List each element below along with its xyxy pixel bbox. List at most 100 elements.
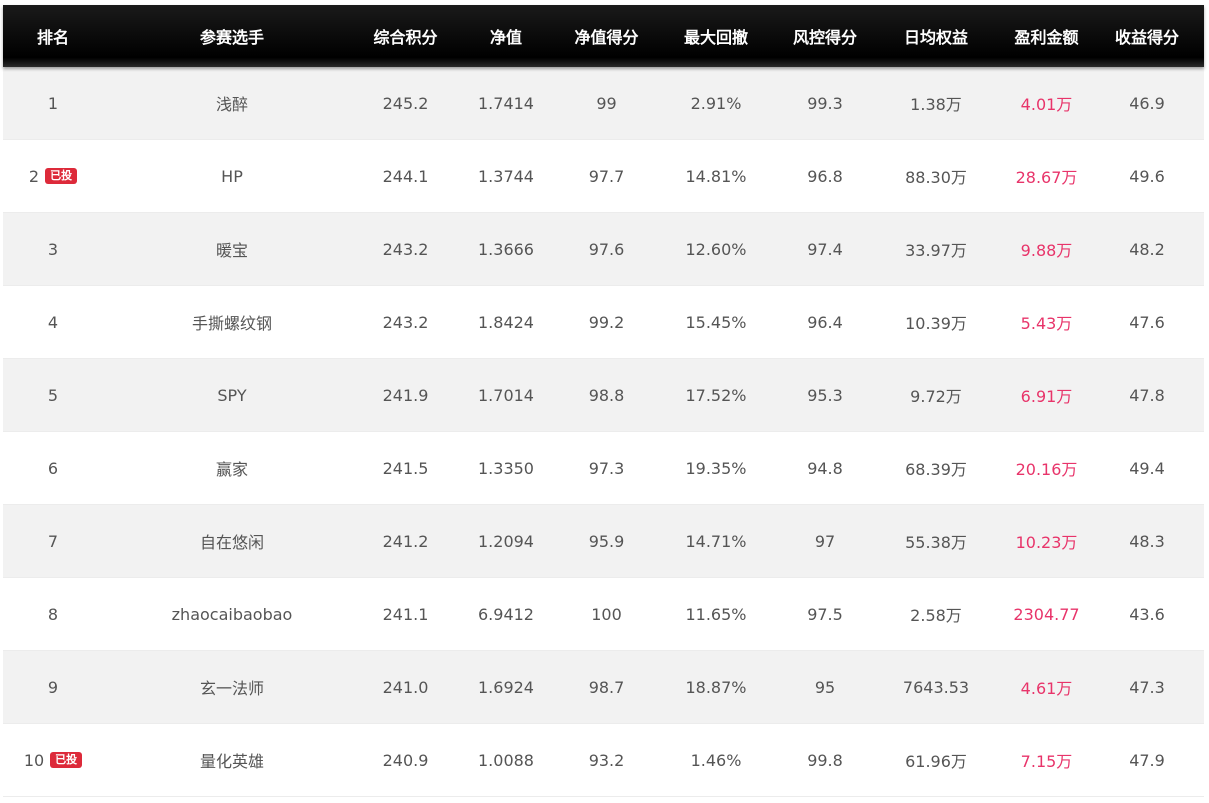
net-value-score: 97.3	[588, 458, 625, 478]
player-name[interactable]: 玄一法师	[103, 675, 361, 699]
rank-number: 6	[47, 458, 59, 478]
player-name[interactable]: SPY	[103, 386, 361, 405]
return-score: 47.9	[1129, 750, 1165, 770]
avg-equity: 9.72万	[910, 387, 962, 406]
net-value-score: 95.9	[588, 531, 625, 551]
net-value: 1.6924	[478, 677, 534, 697]
avg-equity: 55.38万	[905, 533, 967, 552]
rank-cell: 9	[3, 678, 103, 697]
table-row[interactable]: 4 手撕螺纹钢 243.2 1.8424 99.2 15.45% 96.4 10…	[3, 286, 1204, 359]
avg-equity: 61.96万	[905, 752, 967, 771]
net-value: 1.2094	[478, 531, 534, 551]
rank-number: 3	[47, 239, 59, 259]
avg-equity: 7643.53	[902, 677, 970, 697]
player-name[interactable]: HP	[103, 167, 361, 186]
profit-amount: 7.15万	[1020, 752, 1073, 771]
table-row[interactable]: 8 zhaocaibaobao 241.1 6.9412 100 11.65% …	[3, 578, 1204, 651]
rank-number: 1	[47, 93, 59, 113]
net-value-score: 100	[591, 604, 622, 624]
profit-amount: 2304.77	[1013, 604, 1080, 624]
return-score: 47.3	[1129, 677, 1165, 697]
max-drawdown: 14.71%	[685, 531, 747, 551]
rank-cell: 4	[3, 313, 103, 332]
rank-cell: 5	[3, 386, 103, 405]
composite-score: 244.1	[382, 166, 429, 186]
header-score[interactable]: 综合积分	[361, 24, 450, 48]
rank-cell: 7	[3, 532, 103, 551]
net-value-score: 99.2	[588, 312, 625, 332]
header-nav-score[interactable]: 净值得分	[562, 24, 651, 48]
table-row[interactable]: 6 赢家 241.5 1.3350 97.3 19.35% 94.8 68.39…	[3, 432, 1204, 505]
player-name[interactable]: 赢家	[103, 456, 361, 480]
net-value-score: 98.7	[588, 677, 625, 697]
risk-score: 94.8	[807, 458, 843, 478]
rank-number: 9	[47, 677, 59, 697]
header-nav[interactable]: 净值	[450, 24, 562, 48]
table-header: 排名 参赛选手 综合积分 净值 净值得分 最大回撤 风控得分 日均权益 盈利金额…	[3, 5, 1204, 67]
rank-cell: 8	[3, 605, 103, 624]
player-name[interactable]: 浅醉	[103, 91, 361, 115]
avg-equity: 10.39万	[905, 314, 967, 333]
risk-score: 96.8	[807, 166, 843, 186]
return-score: 49.6	[1129, 166, 1165, 186]
return-score: 49.4	[1129, 458, 1165, 478]
max-drawdown: 1.46%	[690, 750, 742, 770]
header-risk-score[interactable]: 风控得分	[781, 24, 869, 48]
rank-cell: 1	[3, 94, 103, 113]
profit-amount: 28.67万	[1015, 168, 1078, 187]
table-row[interactable]: 5 SPY 241.9 1.7014 98.8 17.52% 95.3 9.72…	[3, 359, 1204, 432]
header-player[interactable]: 参赛选手	[103, 24, 361, 48]
composite-score: 243.2	[382, 312, 429, 332]
composite-score: 241.2	[382, 531, 429, 551]
net-value: 6.9412	[478, 604, 534, 624]
player-name[interactable]: 暖宝	[103, 237, 361, 261]
net-value-score: 98.8	[588, 385, 625, 405]
invested-badge: 已投	[45, 168, 78, 184]
rank-cell: 10 已投	[3, 751, 103, 770]
header-profit[interactable]: 盈利金额	[1003, 24, 1090, 48]
max-drawdown: 12.60%	[685, 239, 747, 259]
net-value: 1.7014	[478, 385, 534, 405]
profit-amount: 4.61万	[1020, 679, 1073, 698]
header-return-score[interactable]: 收益得分	[1090, 24, 1204, 48]
avg-equity: 1.38万	[910, 95, 962, 114]
player-name[interactable]: 量化英雄	[103, 748, 361, 772]
rank-number: 4	[47, 312, 59, 332]
header-max-drawdown[interactable]: 最大回撤	[651, 24, 781, 48]
rank-cell: 6	[3, 459, 103, 478]
profit-amount: 10.23万	[1015, 533, 1078, 552]
net-value: 1.8424	[478, 312, 534, 332]
header-avg-equity[interactable]: 日均权益	[869, 24, 1003, 48]
composite-score: 241.0	[382, 677, 429, 697]
risk-score: 99.8	[807, 750, 843, 770]
rank-number: 8	[47, 604, 59, 624]
player-name[interactable]: 手撕螺纹钢	[103, 310, 361, 334]
header-rank[interactable]: 排名	[3, 24, 103, 48]
rank-number: 5	[47, 385, 59, 405]
max-drawdown: 18.87%	[685, 677, 747, 697]
return-score: 48.3	[1129, 531, 1165, 551]
net-value: 1.3744	[478, 166, 534, 186]
composite-score: 245.2	[382, 93, 429, 113]
player-name[interactable]: zhaocaibaobao	[103, 605, 361, 624]
rank-number: 7	[47, 531, 59, 551]
rank-number: 10	[23, 750, 45, 770]
max-drawdown: 11.65%	[685, 604, 747, 624]
table-row[interactable]: 3 暖宝 243.2 1.3666 97.6 12.60% 97.4 33.97…	[3, 213, 1204, 286]
table-row[interactable]: 2 已投 HP 244.1 1.3744 97.7 14.81% 96.8 88.…	[3, 140, 1204, 213]
max-drawdown: 19.35%	[685, 458, 747, 478]
max-drawdown: 15.45%	[685, 312, 747, 332]
rank-cell: 2 已投	[3, 167, 103, 186]
composite-score: 240.9	[382, 750, 429, 770]
composite-score: 241.5	[382, 458, 429, 478]
risk-score: 99.3	[807, 93, 843, 113]
table-row[interactable]: 10 已投 量化英雄 240.9 1.0088 93.2 1.46% 99.8 6…	[3, 724, 1204, 797]
max-drawdown: 14.81%	[685, 166, 747, 186]
avg-equity: 33.97万	[905, 241, 967, 260]
risk-score: 96.4	[807, 312, 843, 332]
table-row[interactable]: 9 玄一法师 241.0 1.6924 98.7 18.87% 95 7643.…	[3, 651, 1204, 724]
table-row[interactable]: 1 浅醉 245.2 1.7414 99 2.91% 99.3 1.38万 4.…	[3, 67, 1204, 140]
table-row[interactable]: 7 自在悠闲 241.2 1.2094 95.9 14.71% 97 55.38…	[3, 505, 1204, 578]
player-name[interactable]: 自在悠闲	[103, 529, 361, 553]
net-value: 1.7414	[478, 93, 534, 113]
